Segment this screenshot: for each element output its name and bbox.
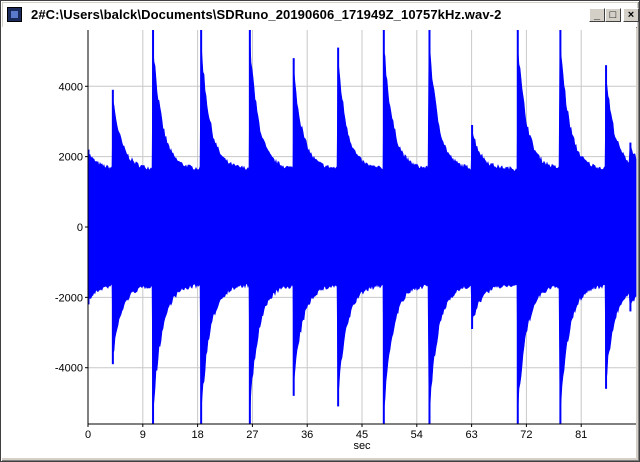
y-tick-labels: -4000 -2000 0 2000 4000 xyxy=(55,81,88,375)
y-tick-label: 4000 xyxy=(59,81,83,93)
y-tick-label: -2000 xyxy=(55,292,83,304)
y-tick-label: 0 xyxy=(77,222,83,234)
waveform-pulse xyxy=(152,30,155,424)
x-tick-labels: 0 9 18 27 36 45 54 63 72 81 xyxy=(85,424,587,441)
waveform-pulse xyxy=(471,124,474,330)
waveform-pulse xyxy=(200,30,203,424)
waveform-pulse xyxy=(382,30,385,424)
x-tick-label: 27 xyxy=(246,429,258,441)
x-tick-label: 18 xyxy=(191,429,203,441)
waveform-pulse xyxy=(292,58,295,396)
waveform-pulse xyxy=(629,142,632,312)
waveform-pulse xyxy=(248,30,251,424)
waveform-pulse xyxy=(337,47,340,407)
waveform-pulse xyxy=(428,30,431,424)
x-tick-label: 63 xyxy=(465,429,477,441)
x-tick-label: 81 xyxy=(575,429,587,441)
waveform-pulse xyxy=(111,89,114,365)
x-tick-label: 9 xyxy=(140,429,146,441)
x-tick-label: 54 xyxy=(411,429,423,441)
waveform-pulse xyxy=(605,65,608,389)
waveform-pulse xyxy=(559,30,562,424)
y-tick-label: 2000 xyxy=(59,152,83,164)
x-axis-label: sec xyxy=(353,440,371,452)
waveform-chart: -4000-2000020004000 0 9 18 27 36 45 54 63 72 81 s… xyxy=(55,30,637,452)
x-tick-label: 72 xyxy=(520,429,532,441)
waveform-pulse xyxy=(516,30,519,424)
x-tick-label: 0 xyxy=(85,429,91,441)
x-tick-label: 36 xyxy=(301,429,313,441)
y-tick-label: -4000 xyxy=(55,363,83,375)
